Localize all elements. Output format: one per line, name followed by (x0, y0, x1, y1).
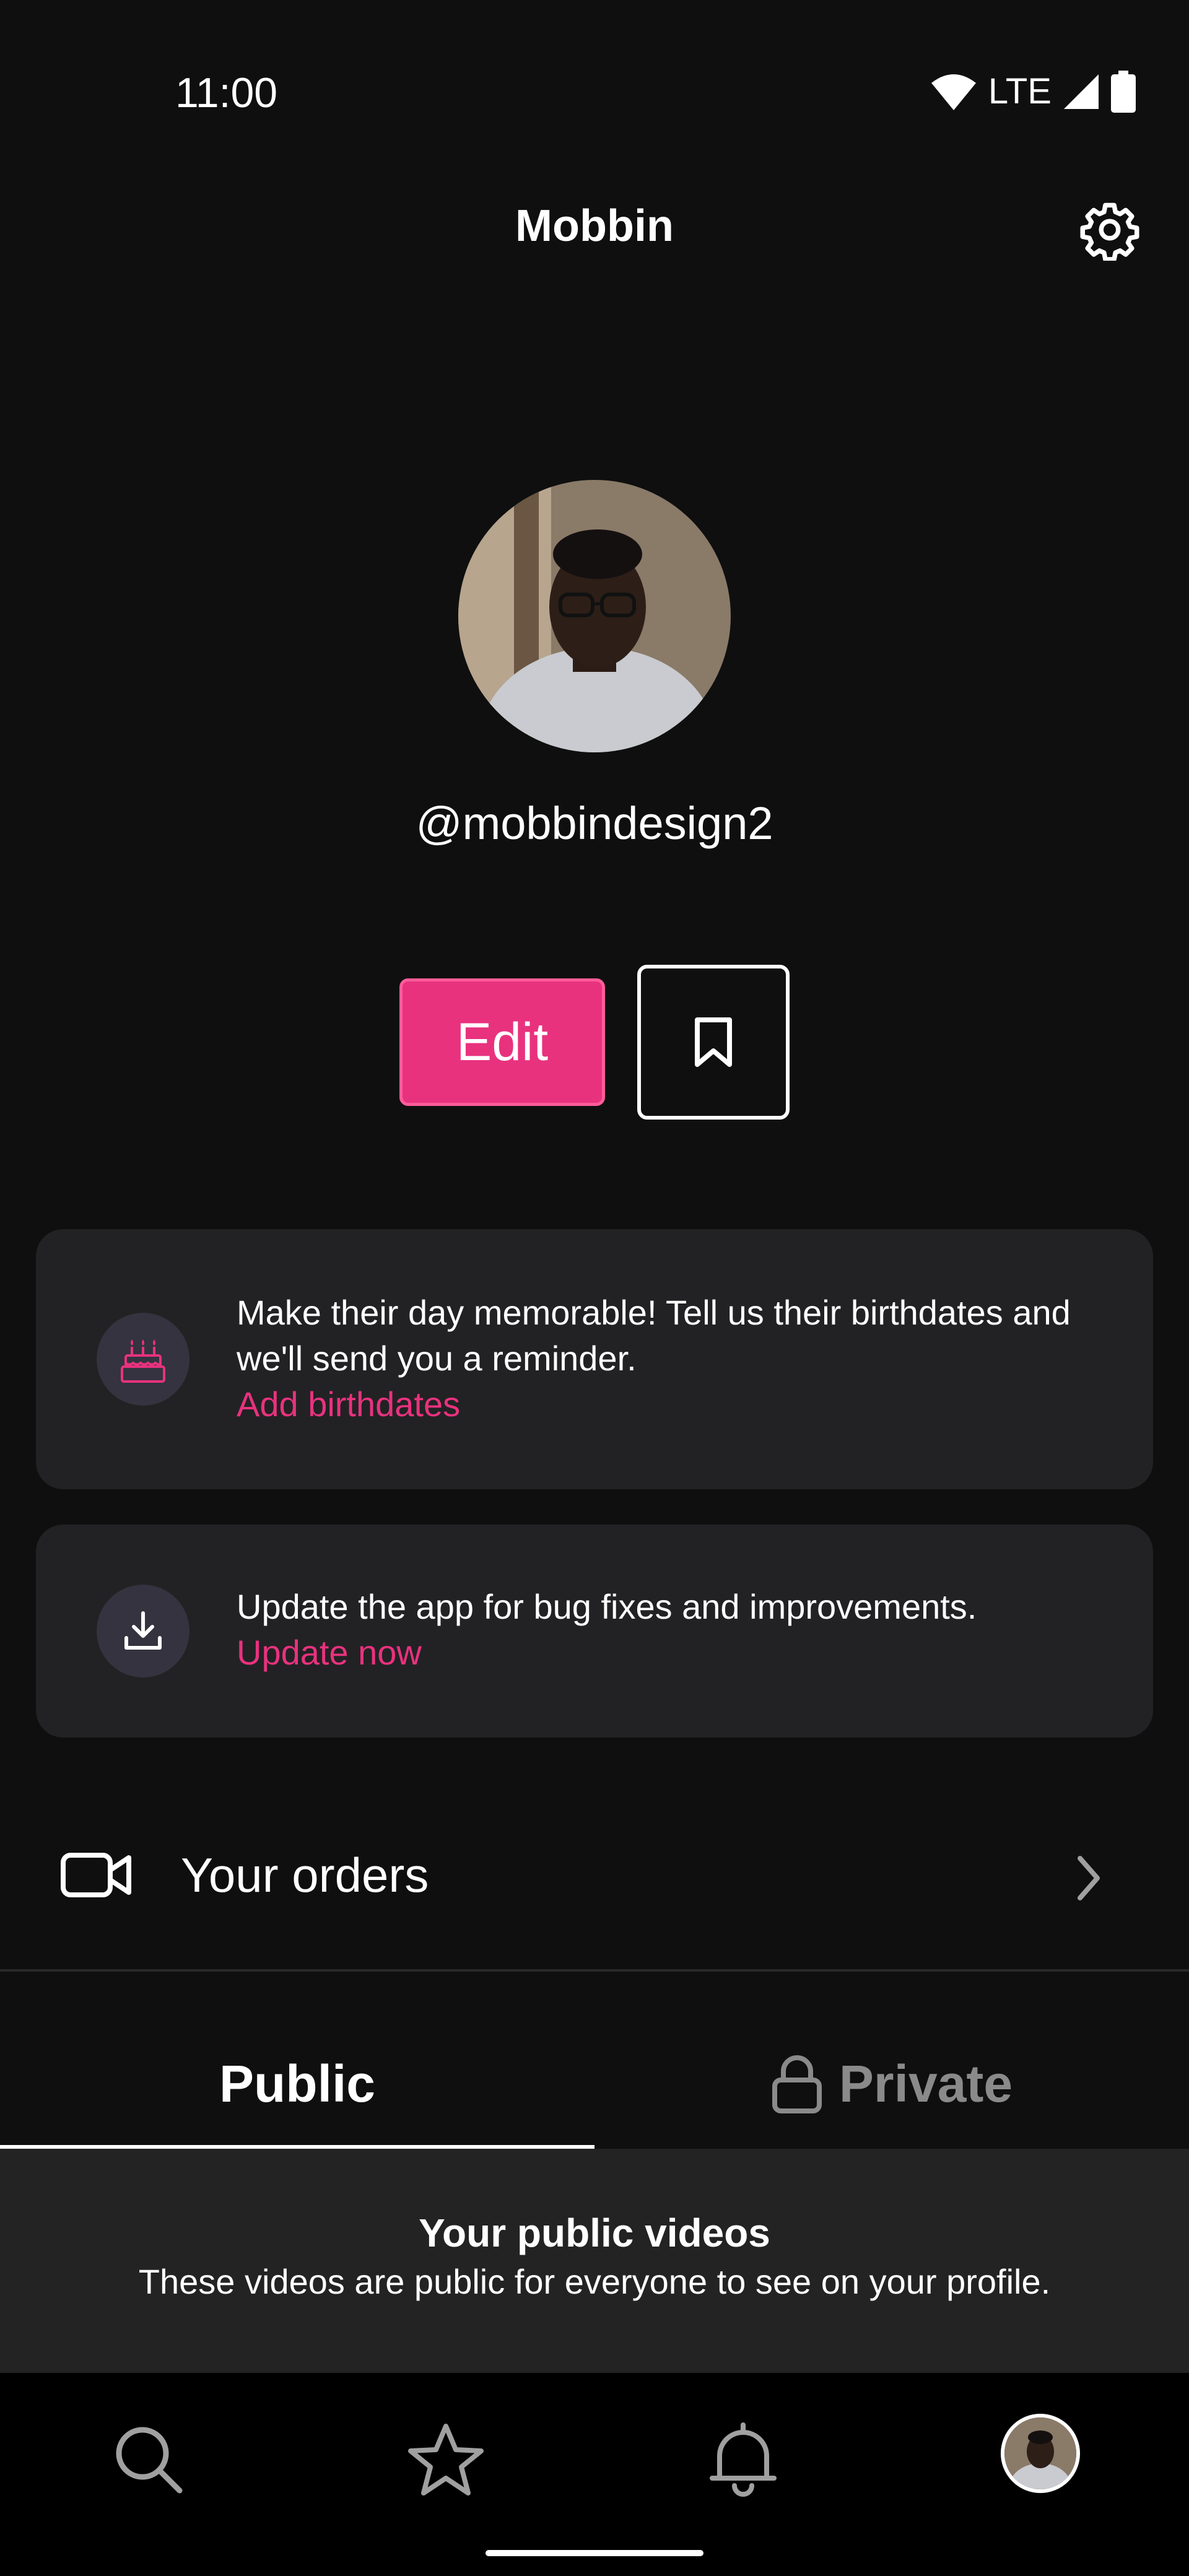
gear-icon (1080, 202, 1139, 261)
bell-icon (710, 2422, 777, 2497)
tab-public[interactable]: Public (0, 2037, 594, 2130)
bottom-navigation (0, 2373, 1189, 2576)
chevron-right-icon (1078, 1856, 1100, 1900)
public-videos-panel: Your public videos These videos are publ… (0, 2149, 1189, 2373)
cake-icon (121, 1339, 165, 1383)
status-icons: LTE (930, 67, 1136, 116)
public-videos-subtitle: These videos are public for everyone to … (138, 2262, 1051, 2301)
home-indicator[interactable] (486, 2550, 703, 2556)
lock-icon (772, 2055, 822, 2113)
add-birthdates-link[interactable]: Add birthdates (237, 1382, 1110, 1427)
settings-button[interactable] (1075, 195, 1144, 264)
tab-private-label: Private (838, 2054, 1013, 2113)
nav-avatar-image (1004, 2417, 1076, 2489)
username: @mobbindesign2 (416, 798, 773, 849)
avatar-image (458, 480, 731, 752)
app-update-card: Update the app for bug fixes and improve… (36, 1525, 1153, 1738)
your-orders-label: Your orders (181, 1848, 429, 1902)
birthday-reminder-card: Make their day memorable! Tell us their … (36, 1229, 1153, 1489)
download-icon (124, 1611, 162, 1650)
download-icon-badge (97, 1585, 189, 1677)
nav-profile-avatar[interactable] (1001, 2414, 1080, 2493)
wifi-icon (931, 74, 976, 110)
your-orders-row[interactable]: Your orders (0, 1796, 1189, 1951)
bookmarks-button[interactable] (637, 965, 790, 1120)
star-icon (408, 2424, 484, 2496)
video-camera-icon (61, 1853, 131, 1897)
tab-private[interactable]: Private (594, 2037, 1189, 2130)
status-time: 11:00 (175, 69, 278, 116)
page-title: Mobbin (515, 201, 674, 251)
public-videos-title: Your public videos (419, 2211, 770, 2255)
signal-icon (1064, 74, 1099, 109)
update-card-text-block: Update the app for bug fixes and improve… (237, 1584, 1110, 1676)
bookmark-icon (695, 1017, 732, 1067)
nav-notifications[interactable] (700, 2416, 786, 2503)
search-icon (116, 2427, 183, 2494)
nav-favorites[interactable] (403, 2416, 489, 2503)
network-type: LTE (988, 71, 1052, 111)
cake-icon-badge (97, 1313, 189, 1406)
edit-profile-button[interactable]: Edit (399, 978, 605, 1106)
section-divider (0, 1969, 1189, 1972)
update-now-link[interactable]: Update now (237, 1630, 1110, 1676)
battery-icon (1111, 71, 1136, 113)
nav-search[interactable] (105, 2416, 192, 2503)
tab-public-label: Public (219, 2054, 376, 2113)
update-card-message: Update the app for bug fixes and improve… (237, 1587, 977, 1626)
birthday-card-text-block: Make their day memorable! Tell us their … (237, 1290, 1110, 1427)
birthday-card-message: Make their day memorable! Tell us their … (237, 1293, 1071, 1378)
profile-avatar[interactable] (458, 480, 731, 752)
